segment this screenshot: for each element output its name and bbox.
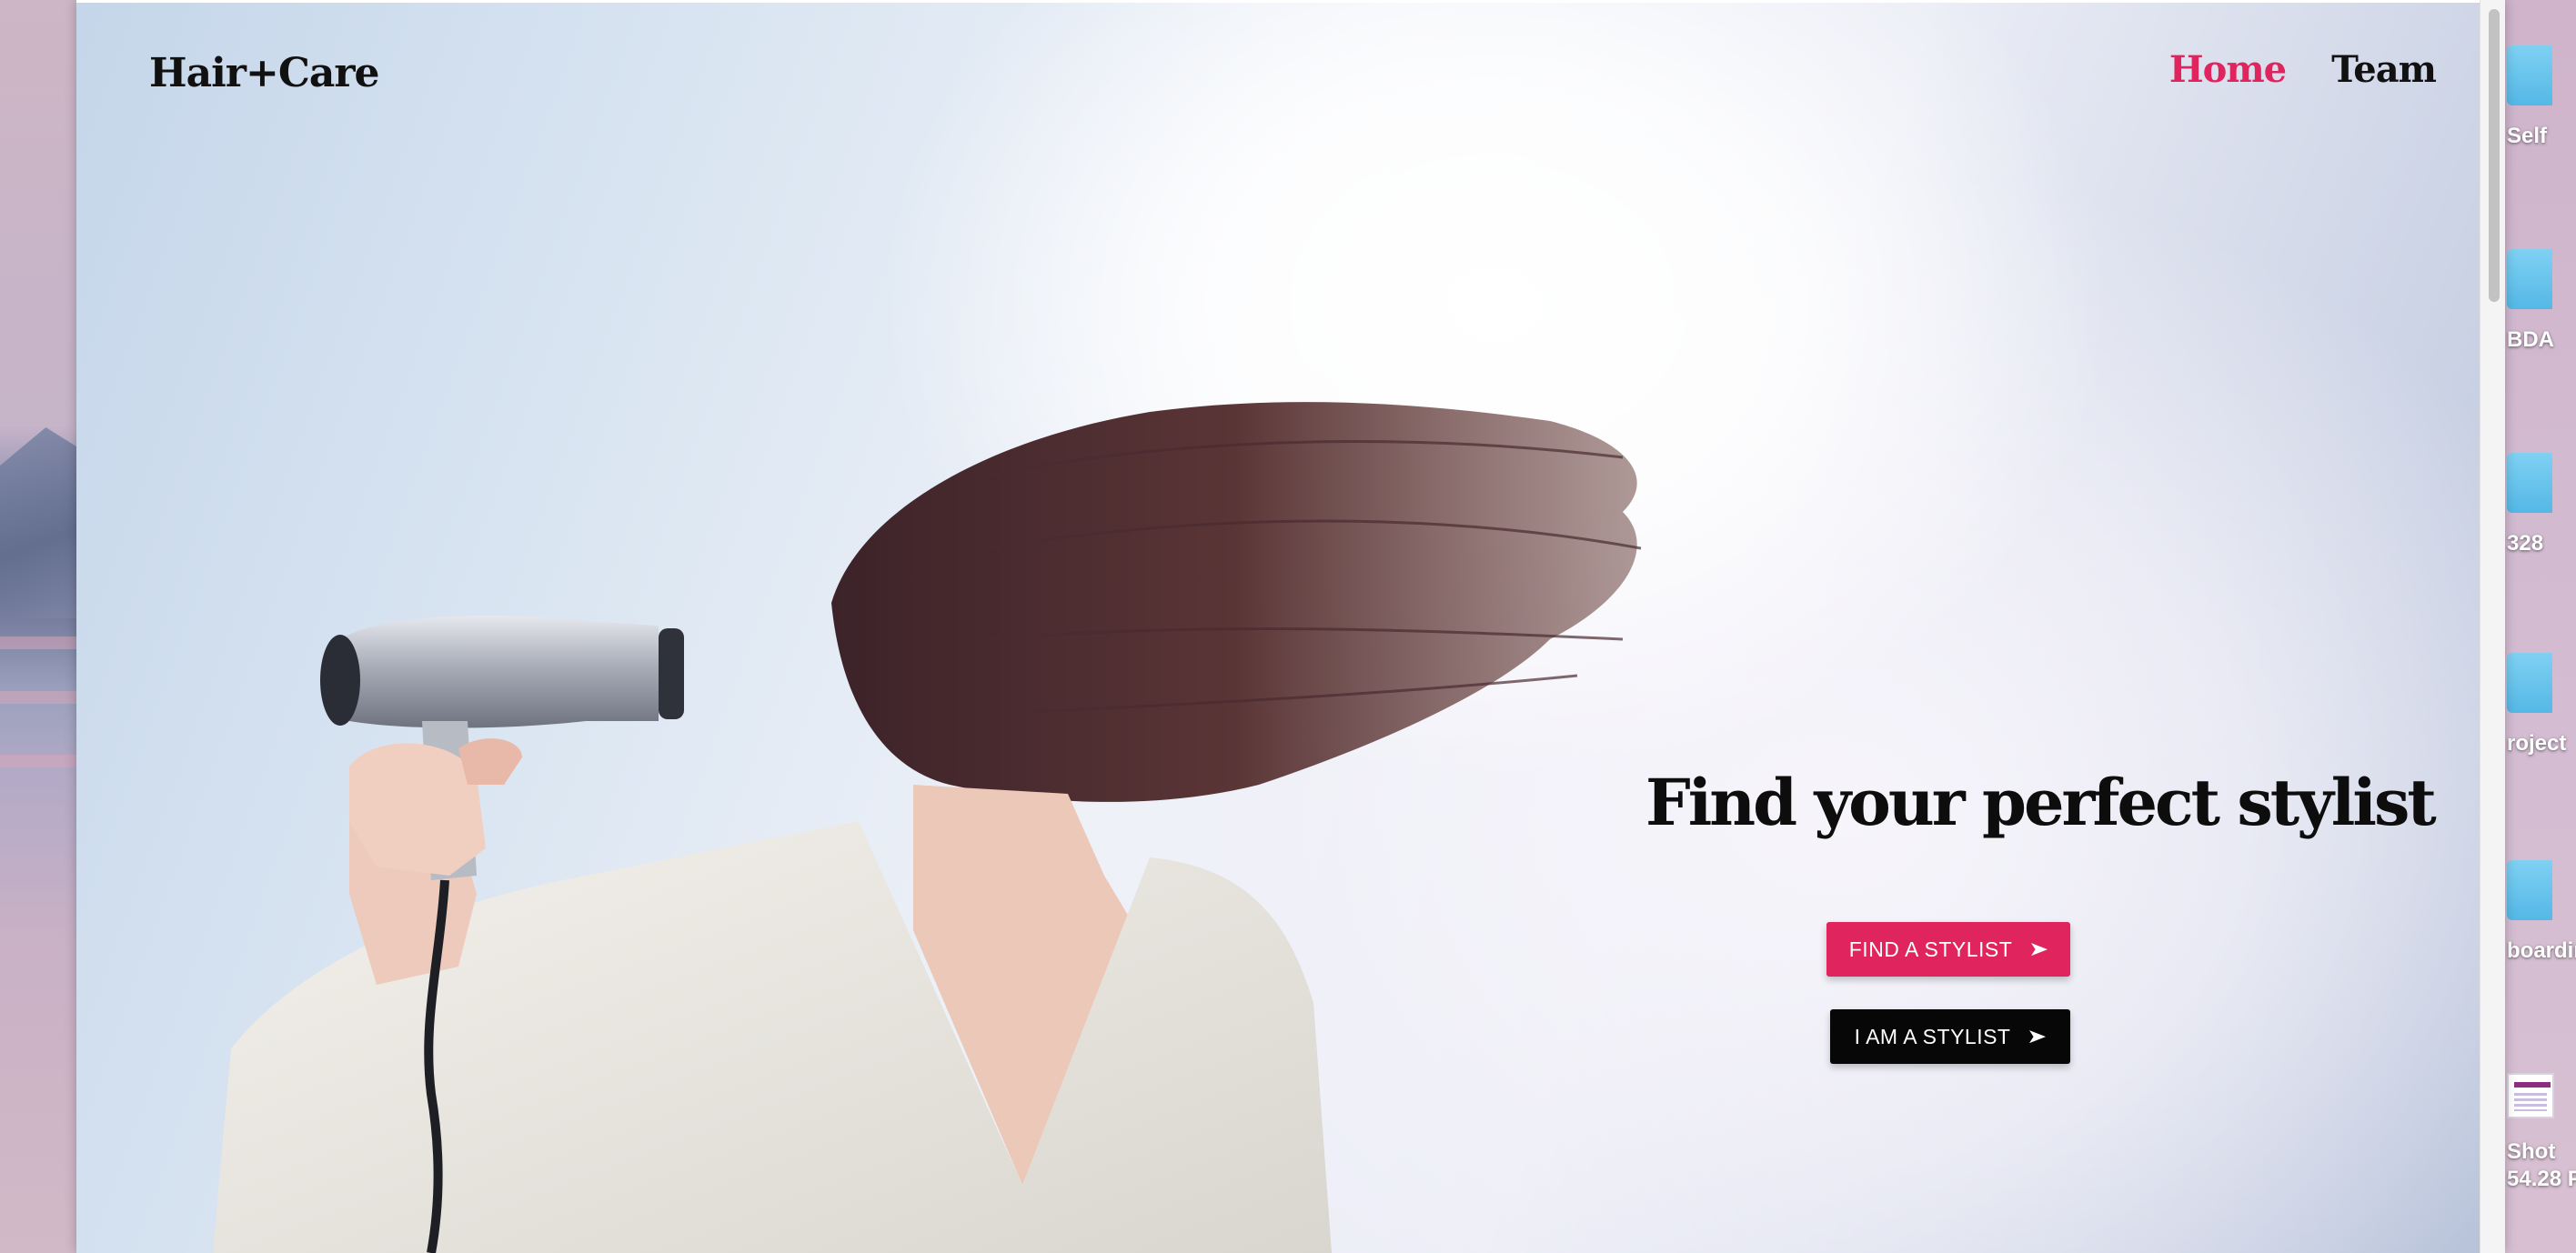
browser-viewport: Hair+Care Home Team Find your perfect st… [76, 0, 2505, 1253]
desktop-wallpaper-hill [0, 427, 76, 618]
main-nav: Home Team [2169, 48, 2437, 91]
i-am-a-stylist-label: I AM A STYLIST [1854, 1024, 2011, 1048]
folder-icon [2507, 860, 2552, 920]
folder-icon [2507, 45, 2552, 105]
desktop-icon-label: boardir [2507, 938, 2576, 963]
folder-icon [2507, 453, 2552, 513]
desktop-folder-bda[interactable]: BDA [2507, 249, 2574, 355]
desktop-folder-self[interactable]: Self [2507, 45, 2574, 151]
screenshot-thumbnail-icon [2507, 1073, 2554, 1118]
hero-section: Hair+Care Home Team Find your perfect st… [76, 3, 2480, 1253]
desktop-icon-label: Self [2507, 124, 2548, 148]
nav-link-team[interactable]: Team [2331, 48, 2437, 91]
desktop-wallpaper-stripe [0, 755, 76, 767]
desktop-wallpaper-stripe [0, 637, 76, 649]
hero-headline: Find your perfect stylist [1645, 765, 2437, 840]
desktop-folder-328[interactable]: 328 [2507, 453, 2574, 558]
find-a-stylist-label: FIND A STYLIST [1848, 937, 2013, 961]
send-arrow-icon: ➤ [2028, 937, 2050, 960]
hero-photo-woman-hairdryer [213, 402, 1642, 1253]
desktop-icon-label-line2: 54.28 P [2507, 1167, 2576, 1191]
folder-icon [2507, 249, 2552, 309]
desktop-icon-label: roject [2507, 731, 2567, 756]
nav-link-home[interactable]: Home [2169, 48, 2287, 91]
desktop-folder-project[interactable]: roject [2507, 653, 2574, 758]
desktop-background-right [2505, 0, 2576, 1253]
desktop-icon-label: 328 [2507, 531, 2544, 556]
folder-icon [2507, 653, 2552, 713]
i-am-a-stylist-button[interactable]: I AM A STYLIST ➤ [1830, 1009, 2070, 1064]
desktop-wallpaper-stripe [0, 691, 76, 704]
scrollbar-thumb[interactable] [2489, 9, 2500, 302]
brand-logo[interactable]: Hair+Care [149, 50, 380, 96]
find-a-stylist-button[interactable]: FIND A STYLIST ➤ [1826, 922, 2070, 977]
desktop-screenshot-file[interactable]: Shot 54.28 P [2507, 1073, 2576, 1193]
desktop-icon-label-line1: Shot [2507, 1139, 2556, 1164]
desktop-icon-label: Shot 54.28 P [2507, 1138, 2576, 1193]
send-arrow-icon: ➤ [2027, 1025, 2048, 1048]
desktop-background-left [0, 0, 76, 1253]
desktop-icon-label: BDA [2507, 327, 2554, 352]
desktop-folder-boarding[interactable]: boardir [2507, 860, 2576, 966]
